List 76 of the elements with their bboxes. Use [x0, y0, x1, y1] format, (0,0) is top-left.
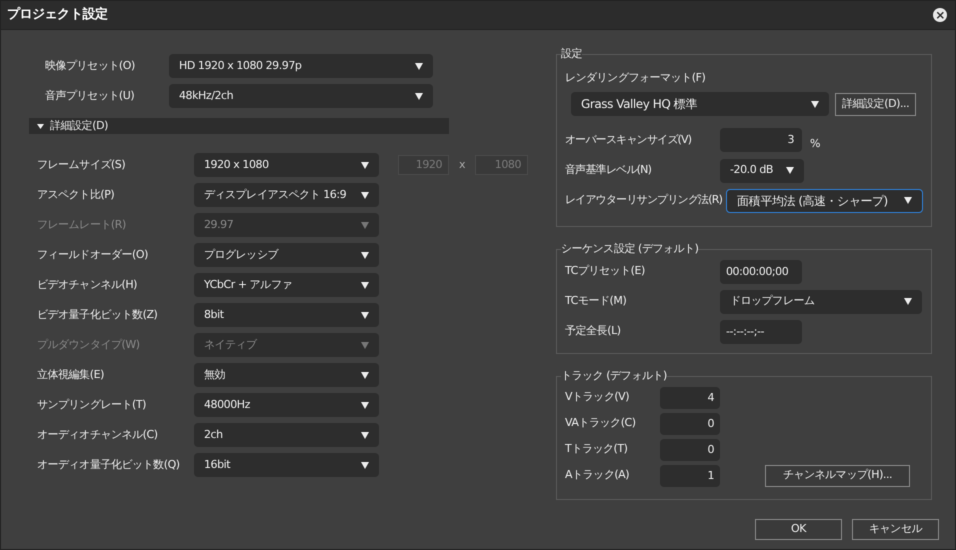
expanded-triangle-icon	[37, 122, 44, 130]
dropdown-arrow-icon	[361, 222, 369, 228]
cancel-button[interactable]: キャンセル	[852, 519, 939, 540]
number-field[interactable]: 0	[660, 412, 720, 434]
dropdown-arrow-icon	[415, 92, 423, 100]
field-label: VAトラック(C)	[565, 415, 637, 432]
field-label: 立体視編集(E)	[37, 366, 106, 383]
field-label: フィールドオーダー(O)	[37, 246, 149, 263]
window-title: プロジェクト設定	[7, 6, 108, 24]
field-label: 音声プリセット(U)	[45, 88, 136, 104]
group-title: シーケンス設定 (デフォルト)	[561, 241, 698, 257]
dropdown[interactable]: 無効	[194, 363, 379, 387]
field-label: ビデオ量子化ビット数(Z)	[37, 306, 158, 323]
number-field[interactable]: 1	[660, 464, 720, 486]
ok-button[interactable]: OK	[755, 519, 842, 540]
dropdown[interactable]: 16bit	[194, 453, 379, 477]
dropdown-arrow-icon	[361, 192, 369, 198]
dropdown-arrow-icon	[361, 312, 369, 318]
dropdown[interactable]: 8bit	[194, 303, 379, 327]
timecode-field[interactable]: 00:00:00;00	[720, 260, 802, 284]
dropdown[interactable]: ディスプレイアスペクト 16:9	[194, 183, 379, 207]
dropdown-arrow-icon	[361, 342, 369, 348]
dropdown-arrow-icon	[904, 298, 912, 305]
field-label: オーディオチャンネル(C)	[37, 426, 159, 443]
dropdown[interactable]: YCbCr + アルファ	[194, 273, 379, 297]
dropdown-arrow-icon	[361, 402, 369, 408]
dropdown[interactable]: HD 1920 x 1080 29.97p	[169, 54, 433, 78]
field-label: Vトラック(V)	[565, 389, 630, 406]
group-title: 設定	[561, 46, 582, 62]
dropdown-arrow-icon	[811, 100, 819, 108]
dropdown-arrow-icon	[361, 162, 369, 168]
section-header[interactable]: 詳細設定(D)	[29, 118, 449, 134]
dropdown[interactable]: ドロップフレーム	[720, 290, 922, 314]
field-label: 映像プリセット(O)	[45, 58, 136, 74]
dropdown-arrow-icon	[904, 197, 912, 204]
dropdown-arrow-icon	[361, 432, 369, 438]
field-label: オーディオ量子化ビット数(Q)	[37, 456, 181, 473]
dropdown[interactable]: 2ch	[194, 423, 379, 447]
number-field[interactable]: 3	[720, 128, 802, 152]
dropdown[interactable]: Grass Valley HQ 標準	[571, 92, 829, 116]
field-label: ビデオチャンネル(H)	[37, 276, 138, 293]
number-field[interactable]: 0	[660, 438, 720, 460]
dropdown-arrow-icon	[361, 282, 369, 288]
group-title: トラック (デフォルト)	[561, 368, 667, 384]
field-label: フレームサイズ(S)	[37, 156, 126, 173]
details-button[interactable]: 詳細設定(D)...	[835, 92, 916, 116]
field-label: 予定全長(L)	[565, 323, 622, 340]
close-button[interactable]: ×	[933, 8, 947, 22]
field-label: レイアウターリサンプリング法(R)	[565, 192, 724, 208]
dropdown[interactable]: -20.0 dB	[720, 158, 804, 182]
number-field[interactable]: 4	[660, 386, 720, 408]
channel-map-button[interactable]: チャンネルマップ(H)...	[765, 464, 910, 486]
field-label: レンダリングフォーマット(F)	[565, 70, 706, 86]
field-label: Tトラック(T)	[565, 441, 629, 458]
size-separator: x	[458, 156, 466, 173]
dropdown-arrow-icon	[415, 62, 423, 70]
dropdown[interactable]: 48000Hz	[194, 393, 379, 417]
field-label: Aトラック(A)	[565, 467, 630, 484]
unit-label: %	[810, 136, 820, 152]
field-label: プルダウンタイプ(W)	[37, 336, 141, 353]
field-label: サンプリングレート(T)	[37, 396, 148, 413]
field-label: フレームレート(R)	[37, 216, 127, 233]
timecode-field[interactable]: --:--:--;--	[720, 320, 802, 344]
field-label: 音声基準レベル(N)	[565, 162, 652, 178]
field-label: オーバースキャンサイズ(V)	[565, 132, 692, 148]
dropdown[interactable]: 1920 x 1080	[194, 153, 379, 177]
dropdown[interactable]: 48kHz/2ch	[169, 84, 433, 108]
dropdown-arrow-icon	[361, 372, 369, 378]
dropdown[interactable]: 面積平均法 (高速・シャープ)	[726, 188, 923, 212]
field-label: アスペクト比(P)	[37, 186, 116, 203]
field-label: TCモード(M)	[565, 293, 628, 310]
dropdown-arrow-icon	[786, 167, 794, 174]
dropdown[interactable]: プログレッシブ	[194, 243, 379, 267]
field-label: TCプリセット(E)	[565, 263, 646, 280]
dropdown-arrow-icon	[361, 252, 369, 258]
dropdown-arrow-icon	[361, 462, 369, 468]
